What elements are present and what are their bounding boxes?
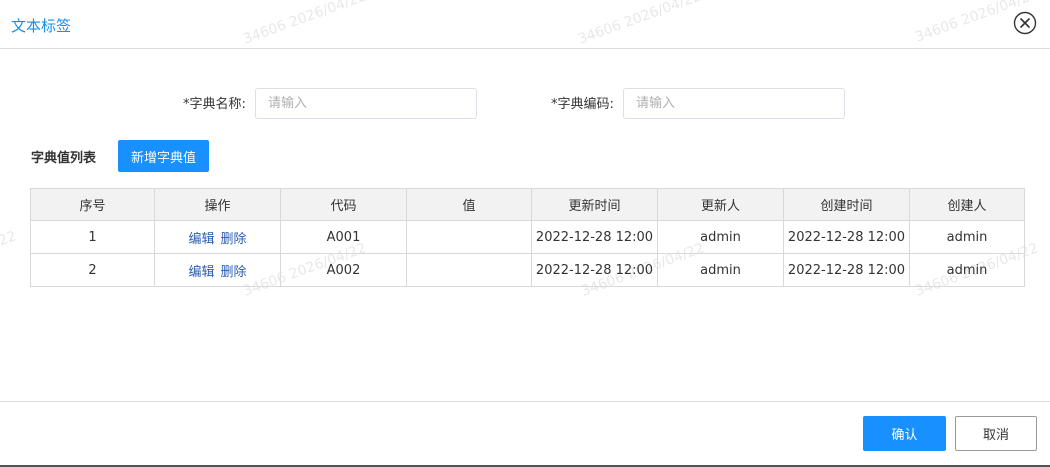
row-updated-at: 2022-12-28 12:00 [531,253,658,287]
row-actions: 编辑 删除 [154,220,281,254]
cancel-button[interactable]: 取消 [955,416,1037,451]
row-updated-at: 2022-12-28 12:00 [531,220,658,254]
row-created-by: admin [909,253,1025,287]
column-header: 更新人 [657,188,784,221]
add-dict-value-button[interactable]: 新增字典值 [118,140,209,172]
row-value [406,253,532,287]
dict-code-label: *字典编码: [551,97,614,112]
dialog-title: 文本标签 [11,17,72,35]
watermark: 34606 2026/04/22 [0,228,19,287]
row-code: A001 [280,220,407,254]
column-header: 操作 [154,188,281,221]
edit-link[interactable]: 编辑 [188,265,214,280]
confirm-button[interactable]: 确认 [863,416,946,451]
column-header: 更新时间 [531,188,658,221]
row-seq: 2 [30,253,155,287]
edit-link[interactable]: 编辑 [188,232,214,247]
column-header: 创建人 [909,188,1025,221]
close-button[interactable] [1013,11,1037,35]
column-header: 值 [406,188,532,221]
row-updated-by: admin [657,253,784,287]
row-seq: 1 [30,220,155,254]
column-header: 序号 [30,188,155,221]
dialog-header: 文本标签 [0,0,1050,49]
dict-code-input[interactable] [623,88,845,119]
row-code: A002 [280,253,407,287]
row-created-by: admin [909,220,1025,254]
delete-link[interactable]: 删除 [221,265,247,280]
dict-value-list-label: 字典值列表 [31,151,97,166]
row-value [406,220,532,254]
column-header: 代码 [280,188,407,221]
dialog: 34606 2026/04/22 34606 2026/04/22 34606 … [0,0,1050,467]
dict-name-input[interactable] [255,88,477,119]
row-created-at: 2022-12-28 12:00 [783,220,910,254]
column-header: 创建时间 [783,188,910,221]
row-updated-by: admin [657,220,784,254]
table-row: 1 编辑 删除 A001 2022-12-28 12:00 admin 2022-… [30,220,1025,254]
dict-value-table: 序号 操作 代码 值 更新时间 更新人 创建时间 创建人 1 编辑 删除 A001… [30,188,1025,287]
row-created-at: 2022-12-28 12:00 [783,253,910,287]
delete-link[interactable]: 删除 [221,232,247,247]
close-circle-icon [1013,11,1037,35]
table-row: 2 编辑 删除 A002 2022-12-28 12:00 admin 2022-… [30,253,1025,287]
table-header-row: 序号 操作 代码 值 更新时间 更新人 创建时间 创建人 [30,188,1025,221]
row-actions: 编辑 删除 [154,253,281,287]
dict-name-label: *字典名称: [183,97,246,112]
